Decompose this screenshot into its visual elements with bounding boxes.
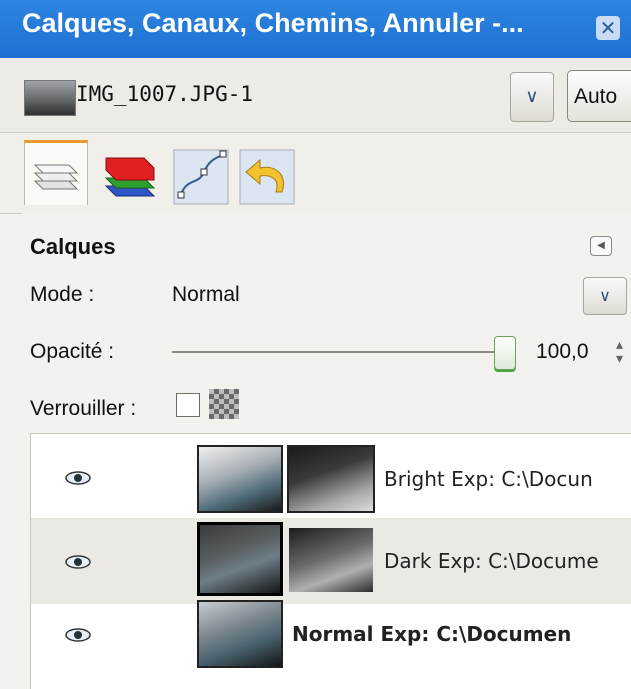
layer-mask-thumbnail[interactable] [289, 528, 373, 592]
layer-mask-thumbnail[interactable] [287, 445, 375, 513]
panel-menu-icon[interactable]: ◀ [590, 236, 612, 256]
opacity-label: Opacité : [30, 340, 115, 363]
layer-name[interactable]: Normal Exp: C:\Documen [292, 622, 571, 646]
channels-tab[interactable] [100, 146, 162, 208]
layer-name[interactable]: Dark Exp: C:\Docume [384, 549, 599, 573]
layer-thumbnail[interactable] [197, 445, 283, 513]
opacity-slider-handle[interactable] [494, 336, 516, 370]
mode-value[interactable]: Normal [172, 283, 240, 307]
lock-alpha-icon[interactable] [209, 389, 239, 419]
chevron-down-icon: ∨ [599, 286, 611, 305]
undo-icon [239, 149, 295, 205]
layer-thumbnail[interactable] [197, 522, 283, 596]
mode-label: Mode : [30, 283, 95, 306]
window-title: Calques, Canaux, Chemins, Annuler -... [22, 8, 524, 38]
opacity-spin-icon[interactable]: ▴ ▾ [616, 338, 628, 366]
layer-thumbnail[interactable] [197, 600, 283, 668]
image-name[interactable]: IMG_1007.JPG-1 [76, 82, 253, 106]
dock-tabs [0, 133, 631, 214]
lock-label: Verrouiller : [30, 397, 137, 420]
layer-row[interactable] [31, 604, 631, 689]
image-dropdown-button[interactable]: ∨ [510, 72, 554, 122]
close-icon[interactable]: ✕ [596, 16, 620, 40]
layers-tab[interactable] [24, 140, 88, 205]
opacity-slider-track[interactable] [172, 351, 497, 353]
lock-pixels-checkbox[interactable] [176, 393, 200, 417]
panel-heading: Calques [30, 234, 116, 259]
image-thumbnail [24, 80, 76, 116]
paths-icon [173, 149, 229, 205]
undo-history-tab[interactable] [236, 146, 298, 208]
eye-icon[interactable] [64, 553, 92, 571]
mode-dropdown-button[interactable]: ∨ [583, 277, 627, 315]
eye-icon[interactable] [64, 469, 92, 487]
layer-name[interactable]: Bright Exp: C:\Docun [384, 467, 593, 491]
paths-tab[interactable] [170, 146, 232, 208]
layers-icon [33, 164, 79, 190]
opacity-value[interactable]: 100,0 [536, 340, 589, 364]
channels-icon [104, 157, 156, 197]
eye-icon[interactable] [64, 626, 92, 644]
layers-dock-window: Calques, Canaux, Chemins, Annuler -... ✕… [0, 0, 631, 689]
auto-button[interactable]: Auto [567, 70, 631, 122]
chevron-down-icon: ∨ [525, 86, 539, 107]
